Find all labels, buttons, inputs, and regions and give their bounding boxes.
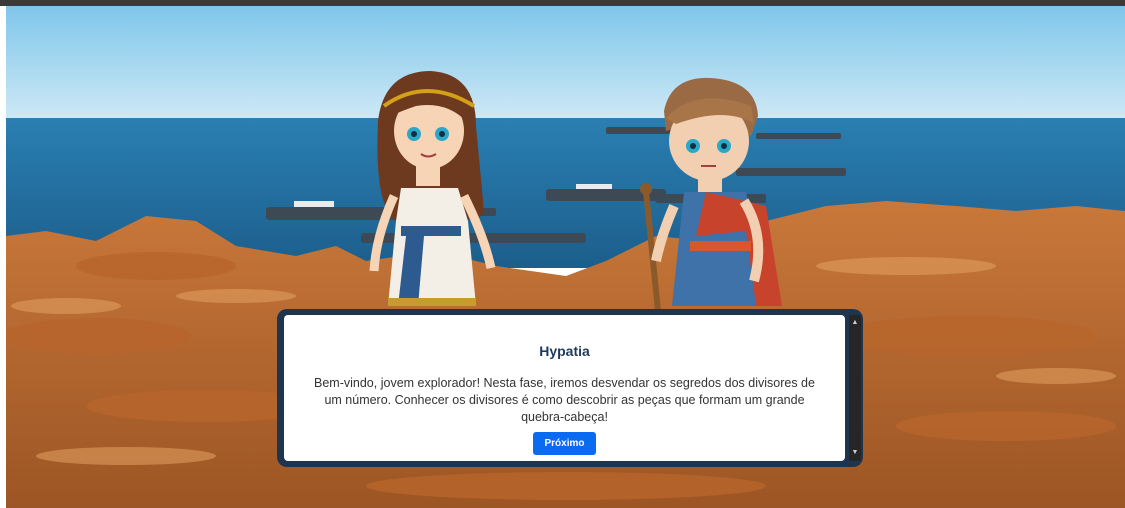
sky [6,6,1125,121]
dialog-box: Hypatia Bem-vindo, jovem explorador! Nes… [277,309,863,467]
scroll-up-icon[interactable]: ▲ [849,317,861,329]
dialog-scrollbar[interactable]: ▲ ▼ [849,315,861,461]
dialog-message: Bem-vindo, jovem explorador! Nesta fase,… [314,376,815,424]
speaker-name: Hypatia [539,343,590,359]
dialog-content: Hypatia Bem-vindo, jovem explorador! Nes… [284,315,861,461]
scroll-down-icon[interactable]: ▼ [849,447,861,459]
next-button[interactable]: Próximo [533,432,596,455]
